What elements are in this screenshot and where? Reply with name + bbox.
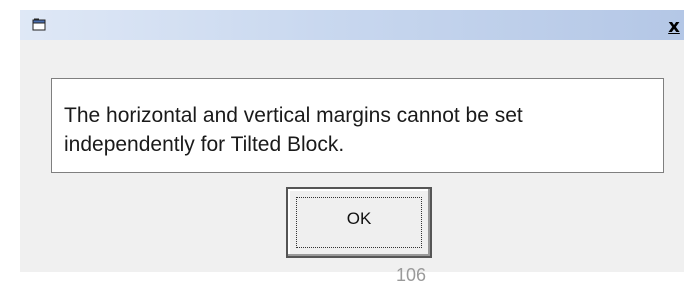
close-button[interactable]: x [664, 17, 684, 37]
ok-button-label: OK [346, 209, 372, 228]
message-text: The horizontal and vertical margins cann… [64, 104, 523, 156]
title-bar: x [20, 10, 684, 40]
message-panel: The horizontal and vertical margins cann… [51, 78, 664, 173]
window-icon [32, 18, 46, 31]
page-number: 106 [396, 265, 427, 285]
dialog-window: x The horizontal and vertical margins ca… [20, 10, 684, 272]
ok-button[interactable]: OK [286, 187, 432, 258]
